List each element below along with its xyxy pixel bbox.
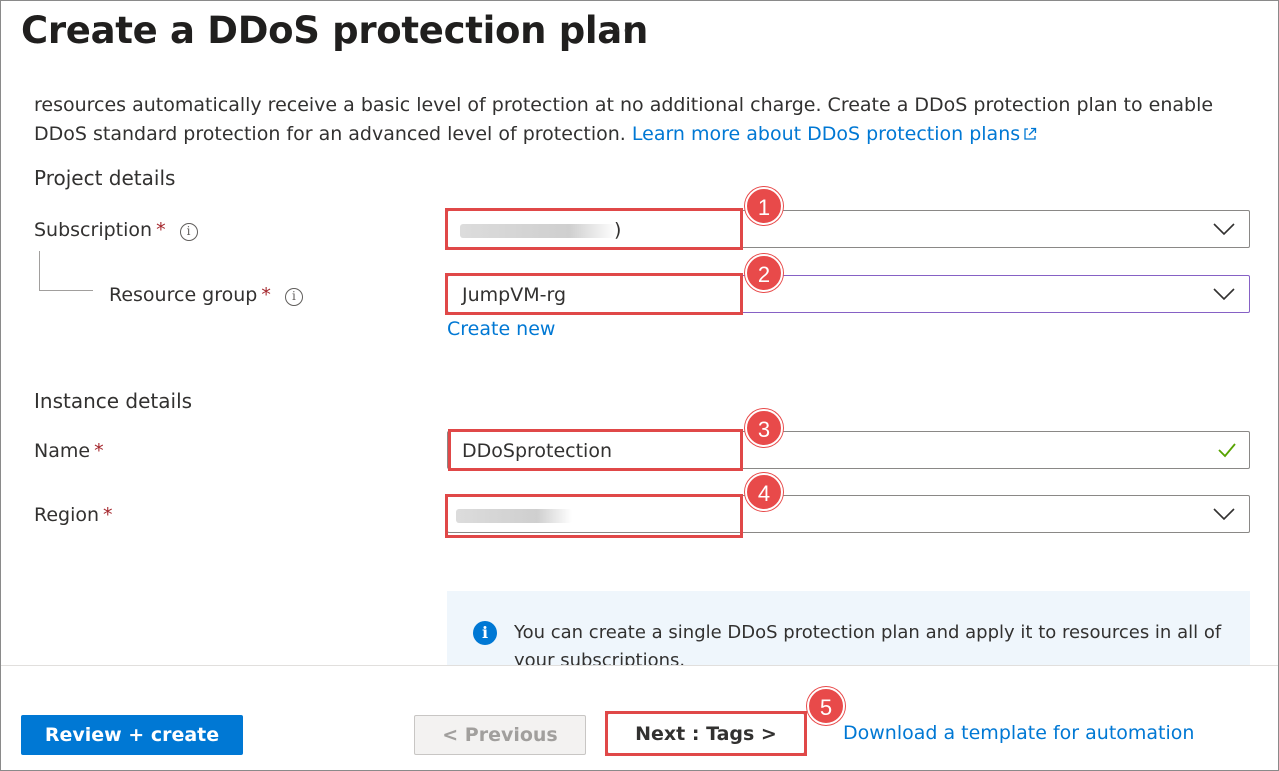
annotation-badge-5: 5 [807,687,845,725]
page-title: Create a DDoS protection plan [21,9,649,52]
more-options-button[interactable]: ··· [607,19,630,42]
instance-details-heading: Instance details [34,389,193,413]
required-marker: * [94,440,104,462]
required-marker: * [103,504,113,526]
annotation-badge-3: 3 [745,409,783,447]
required-marker: * [156,219,166,241]
annotation-badge-4: 4 [745,473,783,511]
intro-text: resources automatically receive a basic … [34,91,1234,149]
footer-divider [1,665,1278,666]
download-template-link[interactable]: Download a template for automation [843,722,1194,744]
name-label: Name * [34,440,104,462]
subscription-label: Subscription * i [34,219,198,241]
info-message: You can create a single DDoS protection … [514,622,1222,665]
info-icon[interactable]: i [284,288,303,306]
next-tags-button[interactable]: Next : Tags > [607,713,805,754]
review-create-button[interactable]: Review + create [21,715,243,755]
chevron-down-icon [1213,288,1235,301]
valid-check-icon [1218,443,1236,458]
redacted-region [456,509,572,523]
info-icon[interactable]: i [179,223,198,241]
annotation-badge-1: 1 [745,187,783,225]
form-scroll-area[interactable]: resources automatically receive a basic … [1,87,1278,665]
annotation-badge-2: 2 [745,254,783,292]
previous-button: < Previous [414,715,586,755]
create-new-link[interactable]: Create new [447,318,555,340]
chevron-down-icon [1213,223,1235,236]
chevron-down-icon [1213,508,1235,521]
resource-group-dropdown[interactable]: JumpVM-rg [447,275,1250,313]
create-ddos-plan-blade: Create a DDoS protection plan ··· resour… [0,0,1279,771]
hierarchy-connector [39,251,93,291]
subscription-dropdown[interactable]: ) [447,210,1250,248]
info-message-box: i You can create a single DDoS protectio… [447,591,1250,665]
region-label: Region * [34,504,113,526]
resource-group-label: Resource group * i [109,284,303,306]
intro-line-1: resources automatically receive a basic … [34,94,1214,116]
external-link-icon [1024,127,1037,140]
intro-line-2: DDoS standard protection for an advanced… [34,123,632,145]
learn-more-link[interactable]: Learn more about DDoS protection plans [632,123,1037,145]
redacted-subscription [460,224,616,238]
project-details-heading: Project details [34,166,176,190]
info-filled-icon: i [473,621,497,645]
required-marker: * [261,284,271,306]
name-input[interactable]: DDoSprotection [447,431,1250,469]
region-dropdown[interactable] [447,495,1250,533]
